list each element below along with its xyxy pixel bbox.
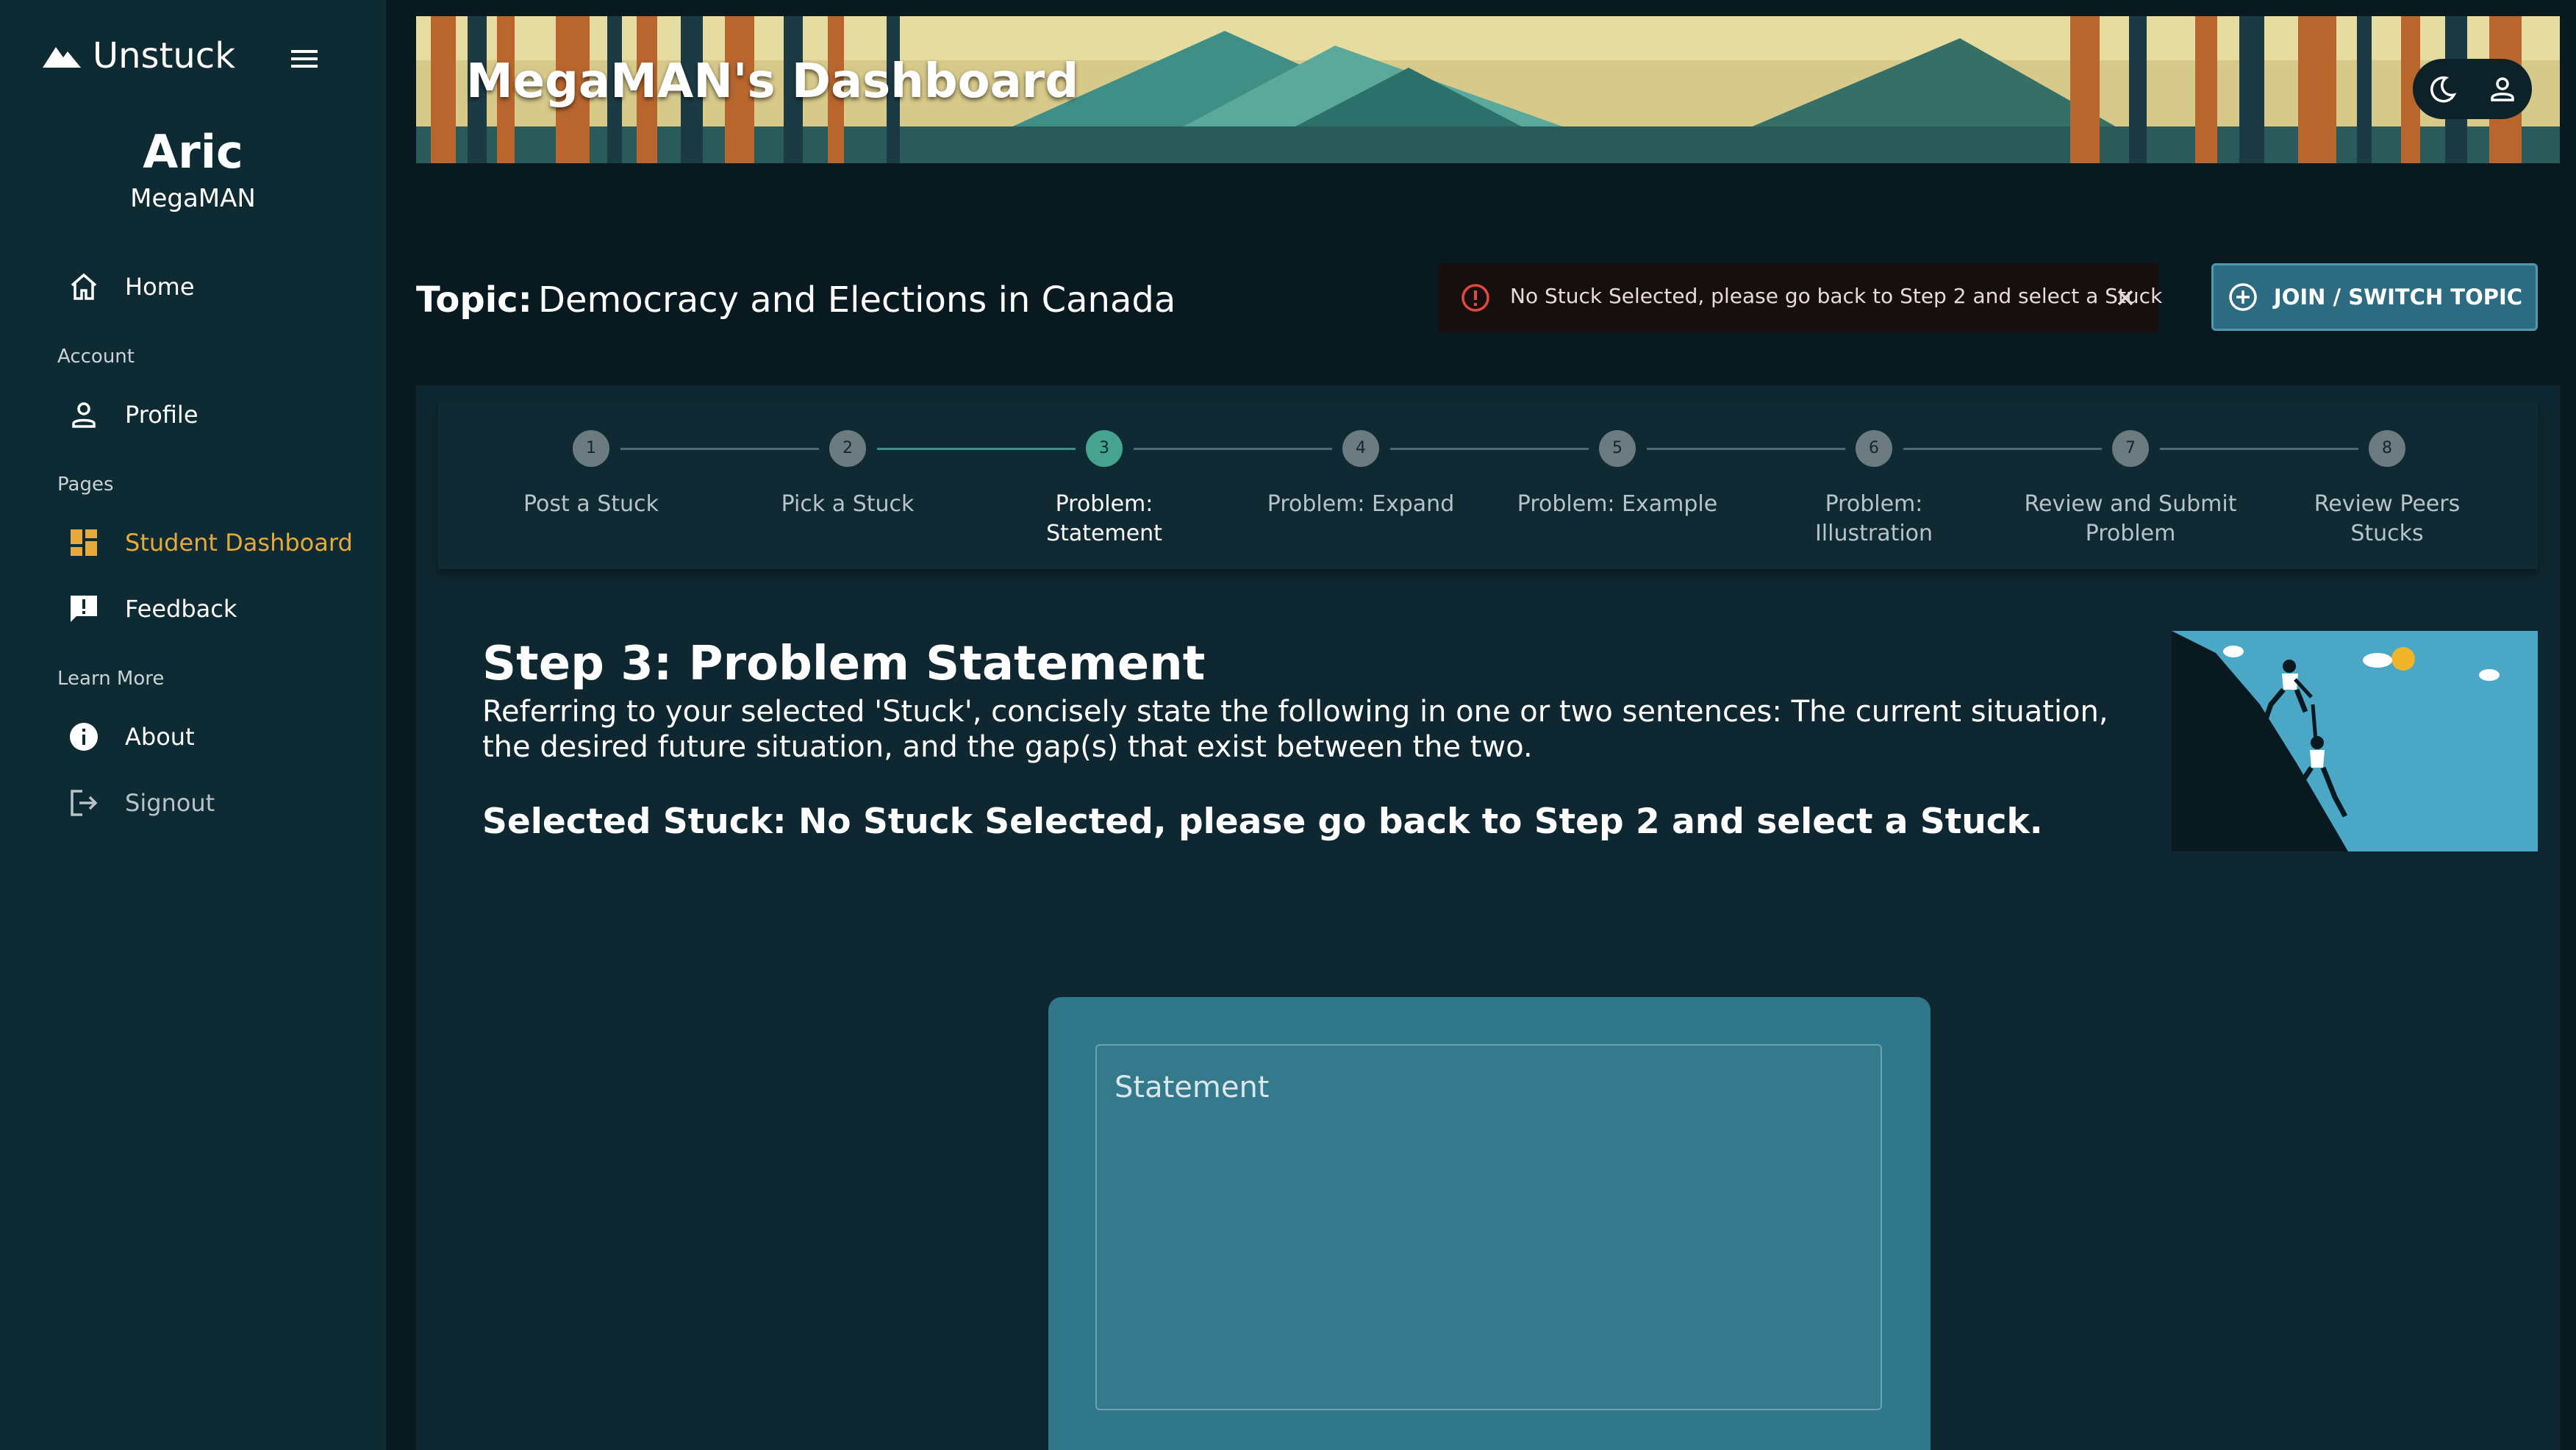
add-circle-icon <box>2227 281 2259 313</box>
close-icon[interactable] <box>2113 285 2138 310</box>
join-switch-topic-button[interactable]: JOIN / SWITCH TOPIC <box>2211 263 2538 331</box>
brand[interactable]: Unstuck <box>41 35 235 76</box>
step-2-label[interactable]: Pick a Stuck <box>737 490 958 519</box>
statement-label: Statement <box>1115 1071 1270 1104</box>
sidebar-item-label: Feedback <box>125 595 237 623</box>
menu-icon[interactable] <box>288 43 321 75</box>
account-icon[interactable] <box>2486 73 2519 105</box>
section-learn-more: Learn More <box>57 668 165 690</box>
step-connector <box>1647 448 1845 450</box>
sidebar: Unstuck Aric MegaMAN Home Account Profil… <box>0 0 386 1450</box>
sidebar-item-label: Student Dashboard <box>125 529 353 557</box>
sidebar-item-label: Home <box>125 273 195 301</box>
dark-mode-icon[interactable] <box>2427 73 2459 105</box>
join-button-label: JOIN / SWITCH TOPIC <box>2273 285 2523 310</box>
step-4-number[interactable]: 4 <box>1342 430 1379 467</box>
sidebar-item-about[interactable]: About <box>66 713 195 760</box>
step-connector <box>877 448 1076 450</box>
dashboard-icon <box>66 525 101 560</box>
step-7-number[interactable]: 7 <box>2112 430 2149 467</box>
climbers-illustration <box>2172 631 2538 851</box>
error-icon <box>1460 282 1491 313</box>
step-connector <box>620 448 819 450</box>
sidebar-item-label: About <box>125 723 195 751</box>
user-handle: MegaMAN <box>130 184 256 213</box>
feedback-icon <box>66 591 101 626</box>
info-icon <box>66 719 101 754</box>
step-connector <box>2160 448 2358 450</box>
logout-icon <box>66 785 101 821</box>
step-6-number[interactable]: 6 <box>1856 430 1892 467</box>
section-account: Account <box>57 346 135 368</box>
step-connector <box>1903 448 2102 450</box>
sidebar-item-label: Profile <box>125 401 198 429</box>
step-8-number[interactable]: 8 <box>2369 430 2405 467</box>
step-6-label[interactable]: Problem: Illustration <box>1764 490 1984 549</box>
topic-value: Democracy and Elections in Canada <box>538 279 1176 321</box>
step-1-label[interactable]: Post a Stuck <box>481 490 701 519</box>
step-3-number[interactable]: 3 <box>1086 430 1123 467</box>
alert-message: No Stuck Selected, please go back to Ste… <box>1510 284 2163 308</box>
sidebar-item-label: Signout <box>125 789 215 817</box>
section-pages: Pages <box>57 474 114 496</box>
step-connector <box>1134 448 1332 450</box>
person-icon <box>66 397 101 432</box>
step-7-label[interactable]: Review and Submit Problem <box>2020 490 2241 549</box>
step-description: Referring to your selected 'Stuck', conc… <box>482 695 2108 764</box>
step-1-number[interactable]: 1 <box>573 430 609 467</box>
topic-label: Topic: <box>416 279 532 321</box>
sidebar-item-student-dashboard[interactable]: Student Dashboard <box>66 519 353 566</box>
step-connector <box>1390 448 1589 450</box>
sidebar-item-home[interactable]: Home <box>66 263 195 310</box>
user-name: Aric <box>143 125 243 179</box>
step-5-number[interactable]: 5 <box>1599 430 1636 467</box>
mountain-icon <box>41 41 82 71</box>
step-4-label[interactable]: Problem: Expand <box>1251 490 1471 519</box>
home-icon <box>66 269 101 304</box>
header-toolbar <box>2413 59 2532 119</box>
sidebar-item-feedback[interactable]: Feedback <box>66 585 237 632</box>
step-8-label[interactable]: Review Peers Stucks <box>2277 490 2497 549</box>
selected-stuck: Selected Stuck: No Stuck Selected, pleas… <box>482 801 2043 842</box>
brand-name: Unstuck <box>93 35 235 76</box>
error-alert: No Stuck Selected, please go back to Ste… <box>1438 263 2162 332</box>
step-5-label[interactable]: Problem: Example <box>1507 490 1728 519</box>
step-title: Step 3: Problem Statement <box>482 637 1206 691</box>
step-3-label[interactable]: Problem: Statement <box>994 490 1214 549</box>
step-2-number[interactable]: 2 <box>829 430 866 467</box>
sidebar-item-profile[interactable]: Profile <box>66 391 198 438</box>
sidebar-item-signout[interactable]: Signout <box>66 779 215 826</box>
page-title: MegaMAN's Dashboard <box>466 54 1079 109</box>
